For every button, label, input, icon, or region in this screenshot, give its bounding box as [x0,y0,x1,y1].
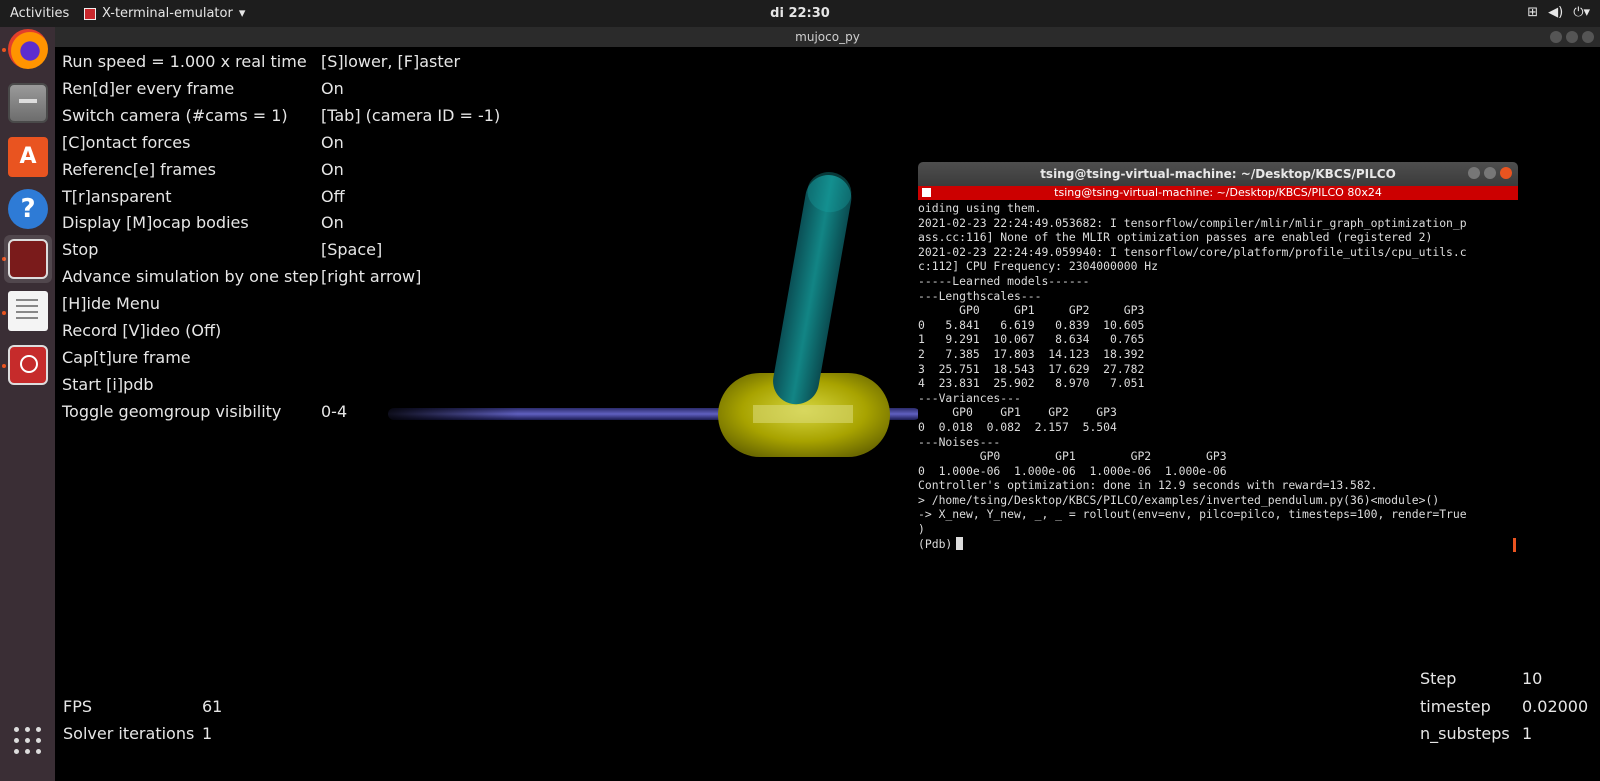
menu-row-value: 0-4 [321,401,348,421]
terminal-line: 2021-02-23 22:24:49.053682: I tensorflow… [918,215,1467,230]
terminal-prompt: (Pdb) [918,536,953,551]
menu-row-value: On [321,159,344,179]
timestep-label: timestep [1420,697,1491,716]
menu-row-label: Advance simulation by one step [62,267,319,287]
menu-row-label: Record [V]ideo (Off) [62,321,222,340]
close-icon[interactable] [1500,167,1512,179]
menu-row-label: Switch camera (#cams = 1) [62,105,288,125]
terminal-window[interactable]: tsing@tsing-virtual-machine: ~/Desktop/K… [918,162,1518,558]
terminal-line: GP0 GP1 GP2 GP3 [918,303,1145,318]
terminal-line: ---Lengthscales--- [918,288,1042,303]
timestep-value: 0.02000 [1522,697,1589,716]
menu-row-value: Off [321,186,345,206]
terminal-icon [922,188,931,197]
terminal-tab-bar[interactable]: tsing@tsing-virtual-machine: ~/Desktop/K… [918,186,1518,200]
terminal-line: 0 5.841 6.619 0.839 10.605 [918,317,1145,332]
menu-row-label: Ren[d]er every frame [62,78,235,98]
terminal-line: -> X_new, Y_new, _, _ = rollout(env=env,… [918,507,1467,522]
terminal-line: -----Learned models------ [918,273,1090,288]
cart-highlight [753,405,853,423]
menu-row-value: On [321,132,344,152]
menu-row-value: [Tab] (camera ID = -1) [321,105,501,125]
terminal-line: 0 0.018 0.082 2.157 5.504 [918,419,1117,434]
n-substeps-value: 1 [1522,724,1533,743]
terminal-line: GP0 GP1 GP2 GP3 [918,405,1117,420]
n-substeps-label: n_substeps [1420,724,1510,743]
menu-row-value: [right arrow] [321,267,422,287]
terminal-line: ass.cc:116] None of the MLIR optimizatio… [918,230,1433,245]
terminal-tab-title: tsing@tsing-virtual-machine: ~/Desktop/K… [1054,186,1382,199]
terminal-line: 0 1.000e-06 1.000e-06 1.000e-06 1.000e-0… [918,463,1227,478]
terminal-line: ---Noises--- [918,434,1001,449]
menu-row-label: Display [M]ocap bodies [62,213,249,233]
text-cursor [956,536,964,550]
solver-iterations-value: 1 [202,724,213,743]
terminal-line: ) [918,522,925,537]
fps-value: 61 [202,697,223,716]
terminal-line: ---Variances--- [918,390,1021,405]
menu-row-label: Cap[t]ure frame [62,347,191,367]
terminal-line: GP0 GP1 GP2 GP3 [918,449,1227,464]
terminal-output[interactable]: oiding using them. 2021-02-23 22:24:49.05… [918,201,1518,551]
solver-iterations-label: Solver iterations [63,724,195,743]
menu-row-value: [Space] [321,240,383,260]
menu-row-value: On [321,213,344,233]
menu-row-label: Referenc[e] frames [62,159,216,179]
pole [773,172,852,405]
terminal-line: oiding using them. [918,201,1042,215]
terminal-line: 3 25.751 18.543 17.629 27.782 [918,361,1145,376]
terminal-title-bar[interactable]: tsing@tsing-virtual-machine: ~/Desktop/K… [918,162,1518,186]
menu-row-value: On [321,78,344,98]
rail-shadow [388,408,518,420]
terminal-line: 2 7.385 17.803 14.123 18.392 [918,346,1145,361]
menu-row-label: Run speed = 1.000 x real time [62,52,307,71]
terminal-title: tsing@tsing-virtual-machine: ~/Desktop/K… [1040,167,1396,181]
menu-row-label: [H]ide Menu [62,294,160,314]
terminal-line: 1 9.291 10.067 8.634 0.765 [918,332,1145,347]
menu-row-label: T[r]ansparent [62,186,172,206]
scrollbar[interactable] [1513,538,1516,552]
step-value: 10 [1522,669,1543,688]
menu-row-label: Start [i]pdb [62,374,154,394]
menu-row-value: [S]lower, [F]aster [321,52,461,71]
step-label: Step [1420,669,1457,688]
minimize-icon[interactable] [1468,167,1480,179]
terminal-line: c:112] CPU Frequency: 2304000000 Hz [918,259,1159,274]
terminal-line: 4 23.831 25.902 8.970 7.051 [918,376,1145,391]
terminal-line: 2021-02-23 22:24:49.059940: I tensorflow… [918,244,1467,259]
maximize-icon[interactable] [1484,167,1496,179]
menu-row-label: Toggle geomgroup visibility [62,401,282,421]
terminal-prompt-line[interactable]: (Pdb) [918,536,1518,552]
terminal-line: > /home/tsing/Desktop/KBCS/PILCO/example… [918,492,1440,507]
fps-label: FPS [63,697,93,716]
menu-row-label: Stop [62,240,99,260]
menu-row-label: [C]ontact forces [62,132,191,152]
terminal-line: Controller's optimization: done in 12.9 … [918,478,1378,493]
